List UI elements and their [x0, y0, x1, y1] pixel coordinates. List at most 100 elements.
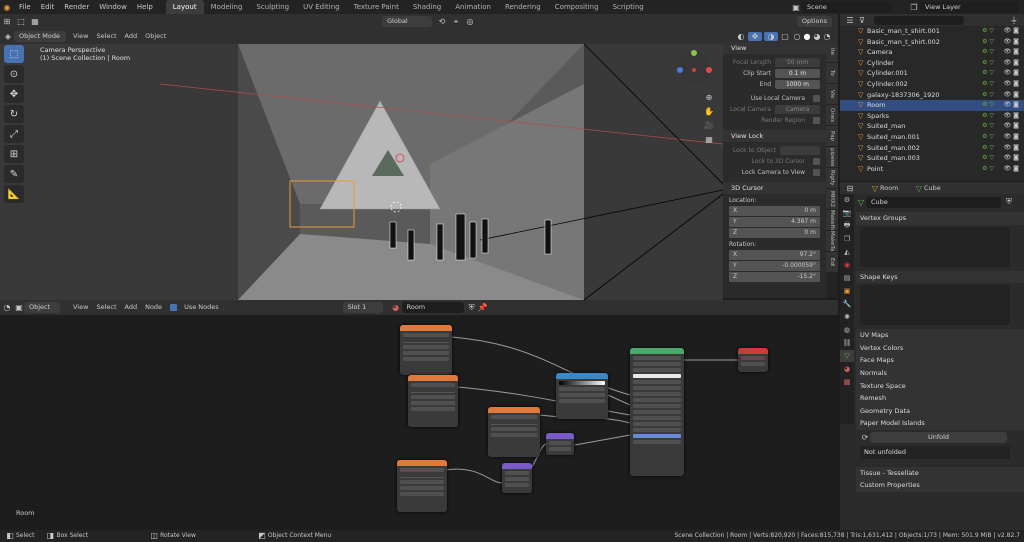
scene-tab-icon[interactable]: ◭	[840, 246, 854, 258]
clip-end-field[interactable]: 1000 m	[775, 80, 820, 89]
outliner-item[interactable]: ▽ Point ⚙ ▽ 👁 ◙	[840, 164, 1024, 175]
visibility-eye-icon[interactable]: 👁 ◙	[1004, 153, 1019, 164]
solid-shading-icon[interactable]: ●	[802, 32, 812, 41]
view-lock-section-header[interactable]: View Lock	[723, 130, 826, 142]
node-editor-type-icon[interactable]: ◔	[0, 303, 14, 312]
visibility-eye-icon[interactable]: 👁 ◙	[1004, 68, 1019, 79]
view-layer-tab-icon[interactable]: ❐	[840, 233, 854, 245]
sidebar-tab[interactable]: MHX2 Runti	[826, 189, 838, 209]
tool-tab-icon[interactable]: ⚙	[840, 194, 854, 206]
unfold-button[interactable]: Unfold	[870, 432, 1007, 444]
tissue-section[interactable]: Tissue - Tessellate	[856, 466, 1024, 480]
scene-field[interactable]: Scene	[802, 1, 892, 13]
sidebar-tab[interactable]: Edi	[826, 252, 838, 272]
mode-dropdown[interactable]: Object Mode	[14, 31, 66, 42]
use-local-camera-checkbox[interactable]	[813, 95, 820, 102]
scene-selector[interactable]: ▣ Scene	[790, 0, 895, 14]
lock-camera-checkbox[interactable]	[813, 169, 820, 176]
gizmo-icon[interactable]: ✥	[748, 32, 762, 41]
workspace-tab-compositing[interactable]: Compositing	[548, 0, 606, 14]
snap-icon[interactable]: ⌖	[449, 17, 463, 27]
rotate-tool-icon[interactable]: ↻	[4, 105, 24, 123]
uv-maps-section[interactable]: UV Maps	[856, 329, 1024, 342]
blender-logo-icon[interactable]: ◉	[0, 3, 14, 12]
viewport-menu-view[interactable]: View	[69, 29, 92, 44]
visibility-eye-icon[interactable]: 👁 ◙	[1004, 58, 1019, 69]
menu-window[interactable]: Window	[94, 0, 132, 14]
perspective-icon[interactable]: ▦	[702, 132, 716, 146]
refresh-icon[interactable]: ⟳	[860, 433, 870, 442]
shader-type-dropdown[interactable]: Object	[24, 302, 60, 313]
color-ramp-node[interactable]	[556, 373, 608, 419]
outliner-item[interactable]: ▽ Cylinder.001 ⚙ ▽ 👁 ◙	[840, 68, 1024, 79]
normals-section[interactable]: Normals	[856, 366, 1024, 380]
fake-user-icon[interactable]: ⛨	[1004, 197, 1014, 207]
visibility-eye-icon[interactable]: 👁 ◙	[1004, 79, 1019, 90]
pan-icon[interactable]: ✋	[702, 104, 716, 118]
visibility-eye-icon[interactable]: 👁 ◙	[1004, 121, 1019, 132]
node-menu-select[interactable]: Select	[92, 300, 120, 315]
shape-keys-list[interactable]	[860, 285, 1010, 326]
outliner-item[interactable]: ▽ Camera ⚙ ▽ 👁 ◙	[840, 47, 1024, 58]
material-name-field[interactable]: Room	[401, 302, 464, 313]
node-editor[interactable]: Room	[0, 315, 840, 530]
vertex-colors-section[interactable]: Vertex Colors	[856, 341, 1024, 355]
workspace-tab-uv-editing[interactable]: UV Editing	[296, 0, 347, 14]
particles-tab-icon[interactable]: ✺	[840, 311, 854, 323]
constraints-tab-icon[interactable]: ⛓	[840, 337, 854, 349]
select-mode-icon[interactable]: ▦	[28, 17, 42, 26]
node-menu-view[interactable]: View	[69, 300, 92, 315]
outliner-item[interactable]: ▽ Suited_man ⚙ ▽ 👁 ◙	[840, 121, 1024, 132]
shape-keys-section[interactable]: Shape Keys	[856, 270, 1024, 284]
measure-tool-icon[interactable]: 📐	[4, 185, 24, 203]
outliner-item[interactable]: ▽ Sparks ⚙ ▽ 👁 ◙	[840, 111, 1024, 122]
filter-mode-icon[interactable]: ⊽	[856, 16, 868, 25]
viewport-menu-add[interactable]: Add	[121, 29, 142, 44]
sidebar-tab[interactable]: MakeHum	[826, 210, 838, 230]
custom-properties-section[interactable]: Custom Properties	[856, 479, 1024, 492]
sidebar-tab[interactable]: Ite	[826, 42, 838, 62]
outliner-item[interactable]: ▽ Basic_man_t_shirt.002 ⚙ ▽ 👁 ◙	[840, 37, 1024, 48]
vertex-groups-section[interactable]: Vertex Groups	[856, 212, 1024, 225]
navigation-gizmo[interactable]	[674, 48, 714, 88]
material-tab-icon[interactable]: ◕	[840, 363, 854, 375]
lock-object-field[interactable]	[780, 146, 820, 155]
visibility-eye-icon[interactable]: 👁 ◙	[1004, 111, 1019, 122]
rotation-y-field[interactable]: Y -0.000059°	[729, 261, 820, 271]
data-tab-icon[interactable]: ▽	[840, 350, 854, 362]
proportional-edit-icon[interactable]: ◎	[463, 17, 477, 26]
zoom-icon[interactable]: ⊕	[702, 90, 716, 104]
visibility-eye-icon[interactable]: 👁 ◙	[1004, 143, 1019, 154]
outliner-editor-icon[interactable]: ☰	[844, 16, 856, 25]
location-y-field[interactable]: Y 4.387 m	[729, 217, 820, 227]
visibility-eye-icon[interactable]: 👁 ◙	[1004, 164, 1019, 175]
slot-dropdown[interactable]: Slot 1	[342, 302, 383, 313]
sidebar-tab[interactable]: Ones	[826, 105, 838, 125]
material-output-node[interactable]	[738, 348, 768, 372]
scale-tool-icon[interactable]: ⤢	[4, 125, 24, 143]
workspace-tab-scripting[interactable]: Scripting	[606, 0, 651, 14]
geometry-data-section[interactable]: Geometry Data	[856, 404, 1024, 418]
texture-tab-icon[interactable]: ▩	[840, 376, 854, 388]
sidebar-tab[interactable]: Rigify	[826, 168, 838, 188]
outliner-search-input[interactable]	[874, 15, 964, 25]
orientation-dropdown[interactable]: Global	[382, 16, 432, 27]
select-tool-icon[interactable]: ⬚	[4, 45, 24, 63]
outliner-item[interactable]: ▽ Basic_man_t_shirt.001 ⚙ ▽ 👁 ◙	[840, 26, 1024, 37]
select-box-icon[interactable]: ⬚	[14, 17, 28, 26]
pin-icon[interactable]: 📌	[477, 303, 489, 312]
vertex-groups-list[interactable]	[860, 226, 1010, 267]
properties-editor-icon[interactable]: ⊟	[844, 184, 856, 193]
outliner-item[interactable]: ▽ Suited_man.003 ⚙ ▽ 👁 ◙	[840, 153, 1024, 164]
remesh-section[interactable]: Remesh	[856, 392, 1024, 405]
outliner-item[interactable]: ▽ Suited_man.001 ⚙ ▽ 👁 ◙	[840, 132, 1024, 143]
menu-render[interactable]: Render	[59, 0, 94, 14]
visibility-icon[interactable]: ◐	[734, 32, 748, 41]
menu-file[interactable]: File	[14, 0, 36, 14]
outliner-item[interactable]: ▽ Room ⚙ ▽ 👁 ◙	[840, 100, 1024, 111]
rotation-x-field[interactable]: X 97.2°	[729, 250, 820, 260]
sidebar-tab[interactable]: Pap	[826, 126, 838, 146]
visibility-eye-icon[interactable]: 👁 ◙	[1004, 90, 1019, 101]
outliner-item[interactable]: ▽ galaxy-1837306_1920 ⚙ ▽ 👁 ◙	[840, 90, 1024, 101]
local-camera-field[interactable]: Camera	[775, 105, 820, 114]
